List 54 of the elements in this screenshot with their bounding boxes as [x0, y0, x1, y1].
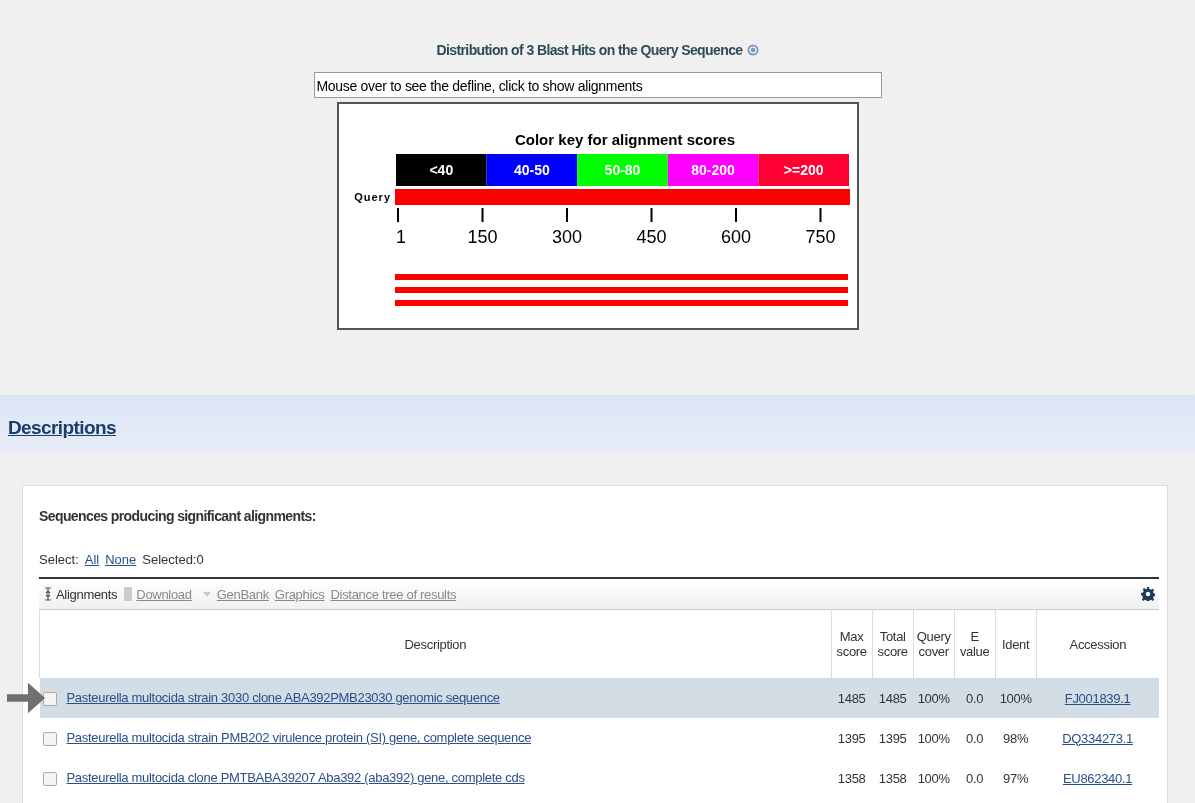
toolbar-link[interactable]: Alignments	[43, 586, 118, 602]
tick-mark	[734, 207, 737, 223]
tick-mark	[819, 207, 821, 223]
row-checkbox[interactable]	[42, 771, 57, 786]
color-key-bin: 50-80	[576, 154, 668, 186]
table-cell: 1395	[831, 718, 873, 758]
color-key-bin: >=200	[757, 154, 849, 186]
row-checkbox[interactable]	[42, 731, 57, 746]
select-all-link[interactable]: All	[84, 552, 100, 567]
tick-label: 300	[551, 227, 582, 247]
row-checkbox[interactable]	[42, 691, 57, 706]
tick-label: 750	[805, 227, 835, 247]
table-cell: 100%	[913, 718, 955, 758]
help-icon[interactable]	[746, 44, 759, 56]
tick-label: 1	[395, 227, 406, 247]
query-label: Query	[353, 191, 391, 203]
settings-icon[interactable]	[1141, 587, 1155, 601]
table-cell-text: 97%	[1002, 769, 1030, 788]
table-cell: 100%	[913, 678, 955, 718]
section-title: Distribution of 3 Blast Hits on the Query Sequence	[436, 42, 743, 58]
selected-count: Selected:0	[142, 552, 204, 567]
tick-mark	[396, 207, 399, 223]
table-cell: 100%	[995, 678, 1037, 718]
color-key-title: Color key for alignment scores	[514, 131, 735, 148]
color-key-bin: <40	[395, 154, 487, 186]
accession-link[interactable]: DQ334273.1	[1062, 730, 1133, 746]
table-cell: 1485	[831, 678, 873, 718]
defline-hint: Mouse over to see the defline, click to show alignments	[313, 72, 882, 98]
table-cell-text: 100%	[916, 769, 951, 788]
description-link[interactable]: Pasteurella multocida strain PMB202 virulence protein (SI) gene, complete sequence	[66, 730, 532, 746]
table-cell: 1395	[872, 718, 914, 758]
tick-label: 150	[467, 227, 497, 247]
table-cell: 0.0	[954, 678, 996, 718]
tick-mark	[481, 207, 483, 223]
results-heading: Sequences producing significant alignments:	[39, 508, 317, 524]
tick-label: 450	[636, 227, 666, 247]
table-cell-text: 0.0	[965, 769, 985, 788]
tick-mark	[565, 207, 568, 223]
color-key-bin: 40-50	[486, 154, 577, 186]
table-cell: 98%	[995, 718, 1037, 758]
select-none-link[interactable]: None	[105, 552, 137, 567]
table-cell-text: 1358	[836, 769, 867, 788]
description-link[interactable]: Pasteurella multocida clone PMTBABA39207 Aba392 (aba392) gene, complete cds	[66, 770, 525, 786]
sort-icon	[43, 586, 53, 602]
color-key-bin: 80-200	[667, 154, 758, 186]
tick-label: 600	[720, 227, 751, 247]
tick-mark	[650, 207, 652, 223]
table-cell: 1485	[872, 678, 914, 718]
caret-icon	[202, 590, 211, 598]
select-label: Select:	[39, 552, 79, 567]
descriptions-link[interactable]: Descriptions	[8, 417, 116, 439]
table-cell: 0.0	[954, 718, 996, 758]
table-cell-text: 1358	[877, 769, 908, 788]
accession-link[interactable]: EU862340.1	[1062, 770, 1133, 786]
